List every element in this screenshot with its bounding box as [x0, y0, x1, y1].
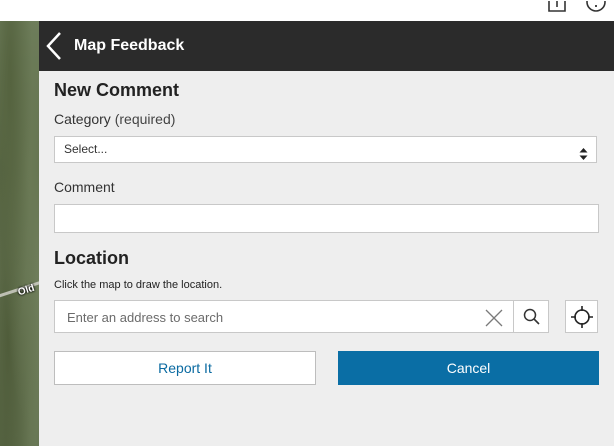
search-placeholder: Enter an address to search	[67, 310, 224, 325]
top-bar	[0, 0, 614, 21]
search-button[interactable]	[513, 300, 549, 333]
help-icon[interactable]	[586, 0, 606, 18]
search-icon	[523, 308, 540, 325]
report-it-button[interactable]: Report It	[54, 351, 316, 385]
share-icon[interactable]	[547, 0, 567, 18]
chevron-left-icon	[46, 32, 61, 60]
category-select[interactable]: Select...	[54, 136, 597, 163]
clear-icon[interactable]	[485, 309, 503, 332]
address-search-input[interactable]: Enter an address to search	[54, 300, 549, 333]
comment-field[interactable]	[54, 204, 599, 233]
panel-title: Map Feedback	[74, 37, 185, 54]
comment-label: Comment	[54, 179, 115, 195]
map-view[interactable]: Old	[0, 21, 54, 446]
category-label: Category (required)	[54, 111, 175, 127]
map-road-label: Old	[16, 282, 36, 299]
category-label-text: Category	[54, 111, 111, 127]
feedback-panel: Map Feedback New Comment Category (requi…	[39, 21, 614, 446]
back-button[interactable]	[39, 21, 69, 71]
select-arrows-icon	[579, 144, 588, 169]
location-heading: Location	[54, 248, 129, 268]
cancel-button[interactable]: Cancel	[338, 351, 599, 385]
crosshair-icon	[570, 305, 593, 328]
required-note: (required)	[114, 111, 176, 127]
location-hint: Click the map to draw the location.	[54, 279, 223, 291]
new-comment-heading: New Comment	[54, 80, 180, 100]
locate-button[interactable]	[565, 300, 598, 333]
panel-header: Map Feedback	[39, 21, 614, 71]
category-selected-value: Select...	[64, 142, 108, 156]
